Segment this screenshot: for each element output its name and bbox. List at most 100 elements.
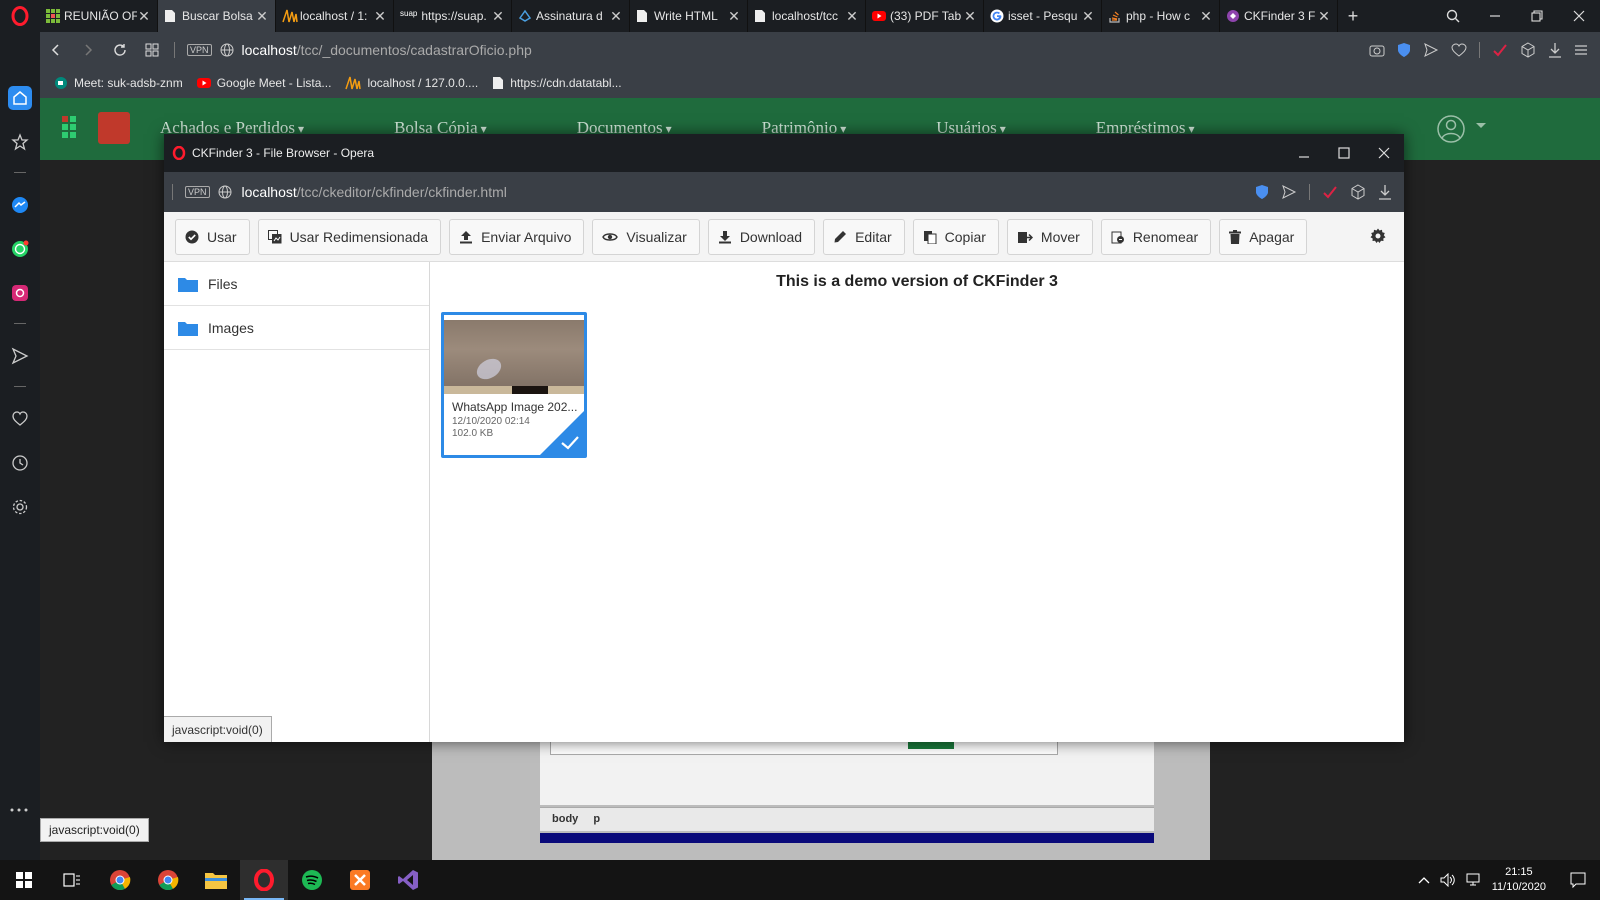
file-tile[interactable]: WhatsApp Image 202... 12/10/2020 02:14 1… — [441, 312, 587, 458]
minimize-button[interactable] — [1474, 0, 1516, 32]
browser-tab[interactable]: Assinatura d ✕ — [512, 0, 630, 32]
send-icon[interactable] — [8, 344, 32, 368]
network-icon[interactable] — [1466, 873, 1482, 887]
bookmark-item[interactable]: Meet: suk-adsb-znm — [54, 76, 183, 90]
toolbar-button-label: Download — [739, 228, 803, 245]
volume-icon[interactable] — [1440, 873, 1456, 887]
heart-icon[interactable] — [1451, 43, 1467, 57]
browser-tab[interactable]: Write HTML ✕ — [630, 0, 748, 32]
close-tab-icon[interactable]: ✕ — [727, 8, 741, 25]
browser-tab[interactable]: php - How c ✕ — [1102, 0, 1220, 32]
popup-maximize-button[interactable] — [1324, 134, 1364, 172]
reload-button[interactable] — [104, 32, 136, 68]
toolbar-button-copiar[interactable]: Copiar — [912, 218, 999, 255]
more-dots-icon[interactable] — [10, 808, 28, 812]
history-icon[interactable] — [8, 451, 32, 475]
popup-close-button[interactable] — [1364, 134, 1404, 172]
opera-taskbar-icon[interactable] — [240, 860, 288, 900]
xampp-icon[interactable] — [336, 860, 384, 900]
browser-tab[interactable]: CKFinder 3 F ✕ — [1220, 0, 1338, 32]
download-icon[interactable] — [1378, 184, 1392, 200]
send-icon[interactable] — [1423, 42, 1439, 58]
browser-tab[interactable]: isset - Pesqu ✕ — [984, 0, 1102, 32]
search-tabs-icon[interactable] — [1432, 0, 1474, 32]
spotify-icon[interactable] — [288, 860, 336, 900]
camera-icon[interactable] — [1369, 43, 1385, 57]
notifications-icon[interactable] — [1570, 872, 1586, 888]
extension-check-icon[interactable] — [1492, 42, 1508, 58]
browser-tab[interactable]: localhost/tcc ✕ — [748, 0, 866, 32]
close-tab-icon[interactable]: ✕ — [491, 8, 505, 25]
extension-check-icon[interactable] — [1322, 184, 1338, 200]
demo-message: This is a demo version of CKFinder 3 — [776, 273, 1058, 290]
close-tab-icon[interactable]: ✕ — [1081, 8, 1095, 25]
close-tab-icon[interactable]: ✕ — [1317, 8, 1331, 25]
chevron-up-icon[interactable] — [1418, 875, 1430, 885]
opera-logo-icon[interactable] — [0, 0, 40, 32]
forward-button[interactable] — [72, 32, 104, 68]
toolbar-button-visualizar[interactable]: Visualizar — [592, 218, 700, 255]
path-body[interactable]: body — [552, 813, 578, 825]
browser-tab[interactable]: (33) PDF Tab ✕ — [866, 0, 984, 32]
shield-icon[interactable] — [1397, 42, 1411, 58]
close-tab-icon[interactable]: ✕ — [963, 8, 977, 25]
toolbar-button-usar[interactable]: Usar — [175, 218, 250, 255]
messenger-icon[interactable] — [8, 193, 32, 217]
browser-tab[interactable]: REUNIÃO OF ✕ — [40, 0, 158, 32]
bookmark-item[interactable]: localhost / 127.0.0.... — [345, 76, 478, 90]
task-view-icon[interactable] — [48, 860, 96, 900]
send-icon[interactable] — [1281, 184, 1297, 200]
vpn-badge[interactable]: VPN — [185, 186, 210, 198]
close-tab-icon[interactable]: ✕ — [255, 8, 269, 25]
chrome-profile-icon[interactable] — [144, 860, 192, 900]
toolbar-button-apagar[interactable]: Apagar — [1219, 218, 1308, 255]
shield-icon[interactable] — [1255, 184, 1269, 200]
path-p[interactable]: p — [593, 813, 600, 825]
browser-tab[interactable]: Buscar Bolsa ✕ — [158, 0, 276, 32]
toolbar-button-renomear[interactable]: Renomear — [1100, 218, 1212, 255]
toolbar-button-enviar-arquivo[interactable]: Enviar Arquivo — [449, 218, 585, 255]
menu-icon[interactable] — [1574, 43, 1588, 57]
user-avatar-icon[interactable] — [1436, 114, 1490, 144]
close-tab-icon[interactable]: ✕ — [373, 8, 387, 25]
close-tab-icon[interactable]: ✕ — [845, 8, 859, 25]
cube-icon[interactable] — [1350, 184, 1366, 200]
close-tab-icon[interactable]: ✕ — [609, 8, 623, 25]
gear-icon[interactable] — [8, 495, 32, 519]
settings-gear-icon[interactable] — [1370, 228, 1386, 244]
restore-button[interactable] — [1516, 0, 1558, 32]
toolbar-button-mover[interactable]: Mover — [1006, 218, 1093, 255]
toolbar-button-usar-redimensionada[interactable]: Usar Redimensionada — [257, 218, 442, 255]
folder-files[interactable]: Files — [164, 262, 429, 306]
visual-studio-icon[interactable] — [384, 860, 432, 900]
speed-dial-icon[interactable] — [136, 32, 168, 68]
cube-icon[interactable] — [1520, 42, 1536, 58]
url-field[interactable]: localhost/tcc/_documentos/cadastrarOfici… — [242, 42, 532, 58]
file-explorer-icon[interactable] — [192, 860, 240, 900]
vpn-badge[interactable]: VPN — [187, 44, 212, 56]
chrome-icon[interactable] — [96, 860, 144, 900]
home-icon[interactable] — [8, 86, 32, 110]
close-window-button[interactable] — [1558, 0, 1600, 32]
close-tab-icon[interactable]: ✕ — [137, 8, 151, 25]
folder-images[interactable]: Images — [164, 306, 429, 350]
instagram-icon[interactable] — [8, 281, 32, 305]
toolbar-button-editar[interactable]: Editar — [823, 218, 905, 255]
back-button[interactable] — [40, 32, 72, 68]
bookmarks-bar: Meet: suk-adsb-znm Google Meet - Lista..… — [40, 68, 1600, 98]
popup-minimize-button[interactable] — [1284, 134, 1324, 172]
whatsapp-icon[interactable] — [8, 237, 32, 261]
toolbar-button-download[interactable]: Download — [707, 218, 816, 255]
browser-tab[interactable]: localhost / 1: ✕ — [276, 0, 394, 32]
heart-icon[interactable] — [8, 407, 32, 431]
new-tab-button[interactable]: + — [1338, 0, 1368, 32]
close-tab-icon[interactable]: ✕ — [1199, 8, 1213, 25]
bookmark-item[interactable]: Google Meet - Lista... — [196, 76, 331, 90]
windows-start-icon[interactable] — [0, 860, 48, 900]
popup-url-field[interactable]: localhost/tcc/ckeditor/ckfinder/ckfinder… — [242, 184, 507, 200]
browser-tab[interactable]: suap https://suap. ✕ — [394, 0, 512, 32]
clock[interactable]: 21:15 11/10/2020 — [1492, 865, 1546, 895]
star-icon[interactable] — [8, 130, 32, 154]
bookmark-item[interactable]: https://cdn.datatabl... — [492, 76, 622, 90]
download-icon[interactable] — [1548, 42, 1562, 58]
